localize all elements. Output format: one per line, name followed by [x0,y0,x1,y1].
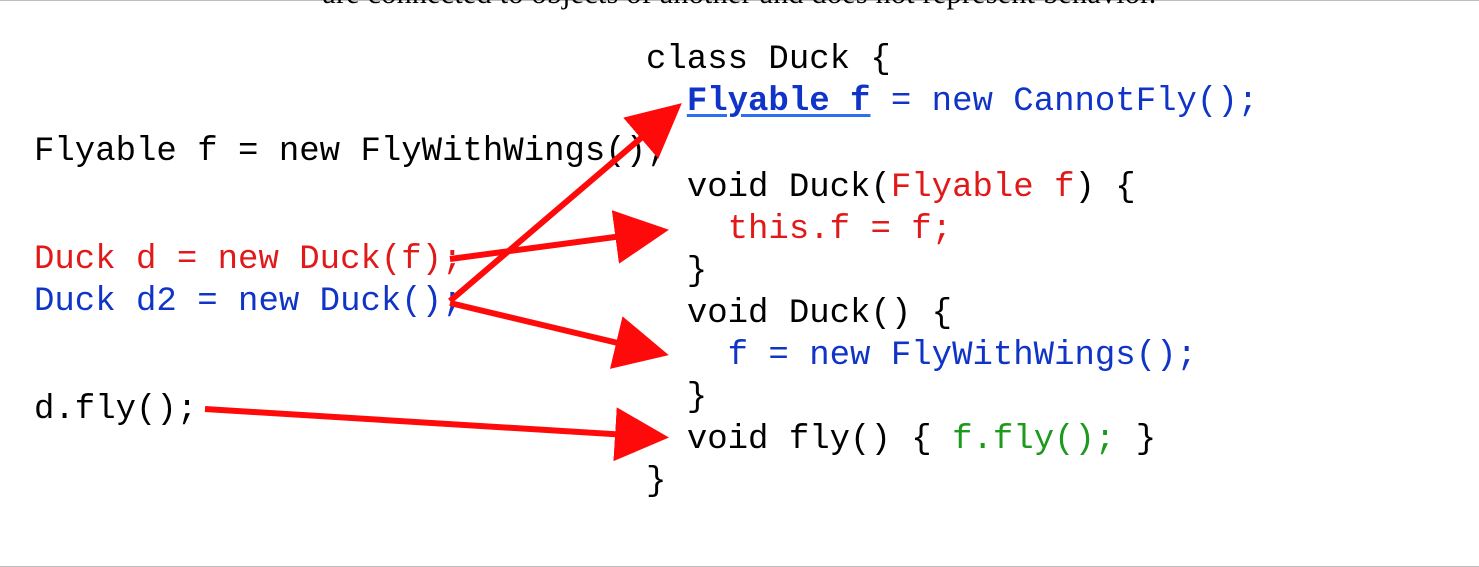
param: Flyable f [891,169,1075,207]
keyword-new: new [809,337,870,375]
left-line-1: Flyable f = new FlyWithWings(); [34,133,667,172]
code-text: f = [646,337,809,375]
right-line-11: } [646,463,666,502]
right-line-7: void Duck() { [646,295,952,334]
code-text: fly() { [768,421,952,459]
right-line-10: void fly() { f.fly(); } [646,421,1156,460]
code-text: } [646,379,707,417]
code-text: Duck(f); [279,241,463,279]
code-text: Duck d = [34,241,218,279]
code-text: FlyWithWings(); [340,133,666,171]
keyword-void: void [687,169,769,207]
partial-heading: are connected to objects of another and … [0,0,1479,11]
code-text: } [646,463,666,501]
keyword-new: new [218,241,279,279]
keyword-new: new [279,133,340,171]
arrow-duck-default-to-assign [450,303,660,353]
right-line-4: void Duck(Flyable f) { [646,169,1136,208]
arrow-fly-call-to-method [205,409,660,437]
code-text [646,295,687,333]
keyword-new: new [932,83,993,121]
keyword-this: this [728,211,810,249]
keyword-void: void [687,421,769,459]
keyword-new: new [238,283,299,321]
code-text [646,421,687,459]
code-text: ) { [1075,169,1136,207]
left-line-4: d.fly(); [34,391,197,430]
code-text: } [1115,421,1156,459]
keyword-void: void [687,295,769,333]
code-text: = [870,83,931,121]
code-diagram: are connected to objects of another and … [0,0,1479,567]
code-text: } [646,253,707,291]
right-line-6: } [646,253,707,292]
code-text: Duck(); [299,283,462,321]
left-line-2: Duck d = new Duck(f); [34,241,463,280]
code-text: Duck() { [768,295,952,333]
code-text: FlyWithWings(); [870,337,1196,375]
right-line-2: Flyable f = new CannotFly(); [646,83,1258,122]
arrow-duck-f-to-ctor [450,231,660,259]
method-call: f.fly(); [952,421,1115,459]
field-decl: Flyable f [687,83,871,121]
code-text: .f = f; [809,211,952,249]
code-text: CannotFly(); [993,83,1258,121]
right-line-1: class Duck { [646,41,891,80]
right-line-5: this.f = f; [646,211,952,250]
code-text: class Duck { [646,41,891,79]
code-text [646,211,728,249]
code-text [646,169,687,207]
code-text: Duck( [768,169,890,207]
left-line-3: Duck d2 = new Duck(); [34,283,463,322]
code-text: Duck d2 = [34,283,238,321]
right-line-9: } [646,379,707,418]
code-text: d.fly(); [34,391,197,429]
right-line-8: f = new FlyWithWings(); [646,337,1197,376]
code-text [646,83,687,121]
code-text: Flyable f = [34,133,279,171]
